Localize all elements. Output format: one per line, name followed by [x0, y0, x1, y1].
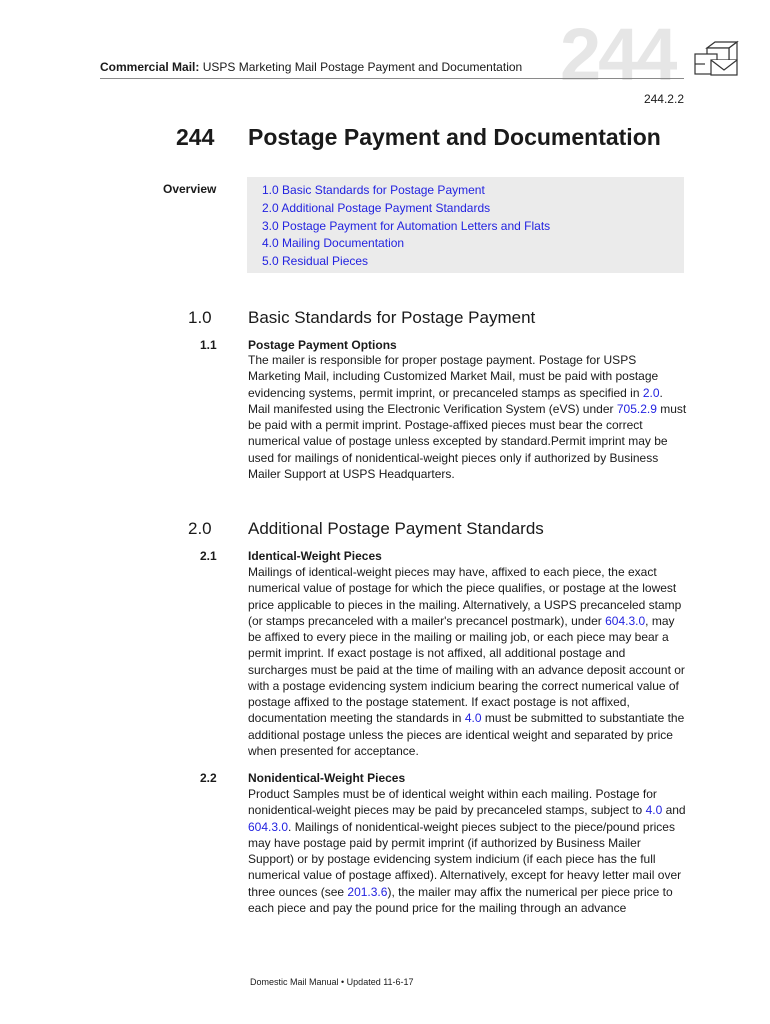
page-footer: Domestic Mail Manual • Updated 11-6-17: [250, 977, 414, 987]
overview-label: Overview: [163, 182, 217, 196]
cross-ref-link[interactable]: 4.0: [465, 711, 482, 725]
header-rule: [100, 78, 684, 79]
subsection-number: 2.2: [200, 771, 217, 785]
cross-ref-link[interactable]: 4.0: [646, 803, 663, 817]
subsection-number: 2.1: [200, 549, 217, 563]
section-number: 2.0: [188, 519, 212, 538]
cross-ref-link[interactable]: 2.0: [643, 386, 660, 400]
toc-link[interactable]: 4.0 Mailing Documentation: [262, 235, 684, 253]
paragraph: The mailer is responsible for proper pos…: [248, 352, 688, 482]
section-title: Additional Postage Payment Standards: [248, 519, 544, 538]
paragraph: Mailings of identical-weight pieces may …: [248, 564, 688, 759]
toc-link[interactable]: 1.0 Basic Standards for Postage Payment: [262, 182, 684, 200]
running-head-text: USPS Marketing Mail Postage Payment and …: [199, 60, 523, 74]
section-title: Basic Standards for Postage Payment: [248, 308, 536, 327]
paragraph: Product Samples must be of identical wei…: [248, 786, 688, 916]
toc-link[interactable]: 3.0 Postage Payment for Automation Lette…: [262, 218, 684, 236]
chapter-watermark: 244: [560, 13, 677, 96]
subsection-title: Postage Payment Options: [248, 338, 397, 352]
subsection-number: 1.1: [200, 338, 217, 352]
cross-ref-link[interactable]: 201.3.6: [347, 885, 387, 899]
subsection-title: Identical-Weight Pieces: [248, 549, 382, 563]
section-number: 1.0: [188, 308, 212, 327]
running-head: Commercial Mail: USPS Marketing Mail Pos…: [100, 60, 522, 74]
toc-link[interactable]: 5.0 Residual Pieces: [262, 253, 684, 271]
overview-toc: 1.0 Basic Standards for Postage Payment …: [247, 177, 684, 273]
text: and: [662, 803, 686, 818]
cross-ref-link[interactable]: 604.3.0: [605, 614, 645, 628]
chapter-title: Postage Payment and Documentation: [248, 124, 661, 150]
cross-ref-link[interactable]: 705.2.9: [617, 402, 657, 416]
cross-ref-link[interactable]: 604.3.0: [248, 820, 288, 834]
text: , may be affixed to every piece in the m…: [248, 613, 685, 726]
section-reference: 244.2.2: [643, 92, 684, 106]
toc-link[interactable]: 2.0 Additional Postage Payment Standards: [262, 200, 684, 218]
text: The mailer is responsible for proper pos…: [248, 353, 659, 400]
text: Product Samples must be of identical wei…: [248, 787, 657, 818]
mail-package-icon: [694, 40, 739, 76]
subsection-title: Nonidentical-Weight Pieces: [248, 771, 406, 785]
running-head-bold: Commercial Mail:: [100, 60, 200, 74]
chapter-number: 244: [176, 124, 215, 150]
